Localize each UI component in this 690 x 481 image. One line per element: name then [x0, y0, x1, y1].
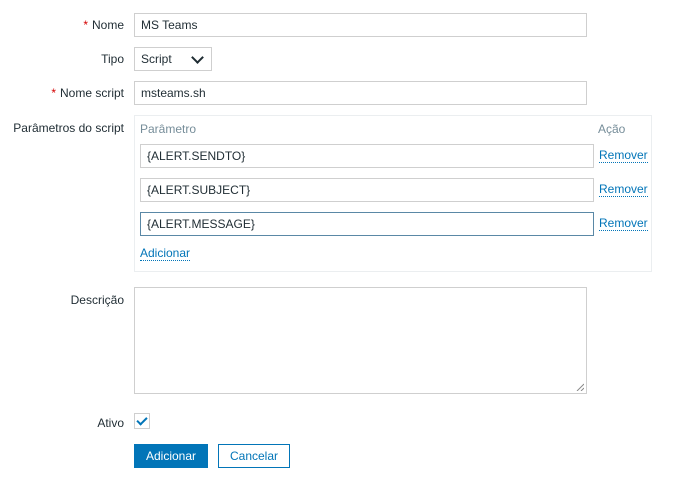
- description-label: Descrição: [70, 293, 124, 307]
- name-label: * Nome: [83, 18, 124, 32]
- remove-param-link[interactable]: Remover: [599, 149, 648, 163]
- name-input[interactable]: [134, 13, 587, 37]
- resize-grip-icon[interactable]: [576, 383, 584, 391]
- script-name-label: * Nome script: [51, 86, 124, 100]
- required-mark: *: [51, 86, 56, 100]
- remove-param-link[interactable]: Remover: [599, 183, 648, 197]
- column-header-action: Ação: [598, 122, 626, 136]
- script-name-input[interactable]: [134, 81, 587, 105]
- required-mark: *: [83, 18, 88, 32]
- script-params-label: Parâmetros do script: [13, 121, 124, 135]
- script-param-input[interactable]: [140, 212, 594, 236]
- description-textarea[interactable]: [134, 287, 587, 394]
- chevron-down-icon: [191, 50, 204, 64]
- type-select-value: Script: [141, 52, 172, 66]
- active-checkbox[interactable]: [134, 413, 150, 429]
- type-select[interactable]: Script: [134, 47, 212, 71]
- checkmark-icon: [136, 414, 148, 426]
- add-button[interactable]: Adicionar: [134, 444, 208, 468]
- cancel-button[interactable]: Cancelar: [218, 444, 290, 468]
- script-param-input[interactable]: [140, 144, 594, 168]
- remove-param-link[interactable]: Remover: [599, 217, 648, 231]
- script-param-input[interactable]: [140, 178, 594, 202]
- active-label: Ativo: [97, 416, 124, 430]
- script-params-table: Parâmetro Ação Remover Remover Remover A…: [134, 115, 652, 272]
- type-label: Tipo: [101, 52, 124, 66]
- add-param-link[interactable]: Adicionar: [140, 247, 191, 261]
- column-header-param: Parâmetro: [140, 122, 197, 136]
